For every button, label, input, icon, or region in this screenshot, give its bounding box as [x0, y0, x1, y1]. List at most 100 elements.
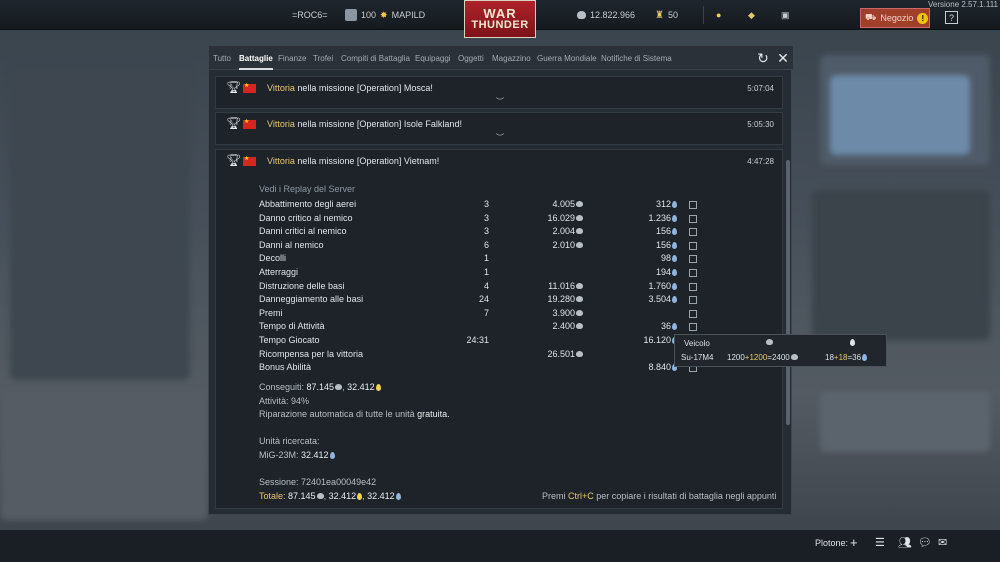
bg-right-mid: [812, 190, 990, 340]
reward-row: Tempo di Attività 2.400 36: [259, 321, 699, 334]
tab-world-war[interactable]: Guerra Mondiale: [537, 46, 597, 70]
reward-count: 4: [483, 280, 489, 291]
reward-research-points: 16.120: [621, 335, 677, 345]
copy-hint: Premi Ctrl+C per copiare i risultati di …: [542, 491, 777, 501]
info-icon[interactable]: [689, 269, 697, 277]
research-points-icon: [672, 228, 677, 236]
reward-name: Danneggiamento alle basi: [259, 294, 364, 305]
silver-lions-balance[interactable]: 12.822.966: [576, 0, 635, 30]
silver-lions-icon: [316, 493, 324, 499]
reward-research-points: 156: [621, 226, 677, 236]
research-points-icon: [672, 201, 677, 208]
shop-button[interactable]: ⛟ Negozio !: [860, 8, 930, 28]
reward-research-points: 3.504: [621, 294, 677, 304]
battle-message[interactable]: 🏆︎ Vittoria nella missione [Operation] M…: [215, 76, 783, 109]
research-summary: MiG-23M: 32.412: [259, 450, 335, 460]
reward-name: Premi: [259, 307, 283, 318]
earned-summary: Conseguiti: 87.145, 32.412: [259, 382, 381, 392]
tooltip-sl-formula: 1200+1200=2400: [727, 353, 798, 362]
silver-lions-icon: [576, 309, 583, 316]
info-icon[interactable]: [689, 323, 697, 332]
reward-silver-lions: 3.900: [531, 308, 583, 318]
separator: [703, 6, 704, 24]
research-points-icon: [672, 282, 677, 290]
reward-silver-lions: 26.501: [531, 349, 583, 359]
message-time: 5:07:04: [747, 84, 774, 93]
player-name: MAPILD: [391, 10, 426, 20]
tip-button[interactable]: ●: [716, 0, 721, 30]
shop-label: Negozio: [880, 13, 914, 23]
mail-icon[interactable]: ✉: [938, 536, 947, 549]
silver-lions-icon: [577, 11, 586, 19]
info-icon[interactable]: [689, 282, 697, 291]
reward-tooltip: Veicolo Su-17M4 1200+1200=2400 18+18=36: [674, 334, 887, 367]
trophy-icon: 🏆︎: [226, 116, 242, 130]
research-points-icon: [672, 269, 677, 276]
info-icon[interactable]: [689, 255, 697, 264]
golden-eagles-balance[interactable]: ♜ 50: [655, 0, 678, 30]
help-button[interactable]: ?: [945, 11, 958, 24]
info-icon[interactable]: [689, 201, 697, 209]
ussr-flag-icon: [243, 155, 256, 166]
contacts-icon[interactable]: 👥︎: [898, 536, 912, 549]
reward-name: Ricompensa per la vittoria: [259, 348, 364, 359]
bg-left-bottom: [0, 390, 208, 520]
tab-bar: Tutto Battaglie Finanze Trofei Compiti d…: [209, 46, 793, 70]
info-icon[interactable]: [689, 309, 697, 318]
profile-summary[interactable]: 100 ✸ MAPILD: [345, 0, 425, 30]
tab-finances[interactable]: Finanze: [278, 46, 306, 70]
close-icon[interactable]: ✕: [775, 50, 791, 66]
reward-research-points: 1.760: [621, 281, 677, 291]
replay-link[interactable]: Vedi i Replay del Server: [259, 184, 355, 194]
reward-row: Premi 7 3.900: [259, 308, 699, 321]
info-icon[interactable]: [689, 296, 697, 305]
ussr-flag-icon: [243, 82, 256, 93]
tab-battle-tasks[interactable]: Compiti di Battaglia: [341, 46, 410, 70]
tab-crews[interactable]: Equipaggi: [415, 46, 451, 70]
reward-row: Danni al nemico 6 2.010 156: [259, 240, 699, 253]
reward-count: 7: [483, 307, 489, 318]
premium-button[interactable]: ◆: [748, 0, 755, 30]
info-icon[interactable]: [689, 214, 697, 223]
info-icon[interactable]: [689, 228, 697, 237]
tab-all[interactable]: Tutto: [213, 46, 231, 70]
platoon-label: Plotone:: [815, 538, 849, 548]
ussr-flag-icon: [243, 118, 256, 129]
chevron-down-icon[interactable]: ︶: [496, 132, 504, 143]
tab-items[interactable]: Oggetti: [458, 46, 484, 70]
tab-warehouse[interactable]: Magazzino: [492, 46, 531, 70]
chevron-down-icon[interactable]: ︶: [496, 96, 504, 107]
tooltip-vehicle: Su-17M4: [681, 353, 714, 362]
cart-icon: ⛟: [865, 12, 877, 22]
research-label: Unità ricercata:: [259, 436, 320, 446]
battle-log-panel: Tutto Battaglie Finanze Trofei Compiti d…: [208, 45, 793, 515]
tab-battles[interactable]: Battaglie: [239, 46, 273, 70]
reward-name: Danni al nemico: [259, 239, 324, 250]
add-icon[interactable]: +: [850, 535, 858, 550]
squad-tag[interactable]: =ROC6=: [292, 0, 328, 30]
battle-message[interactable]: 🏆︎ Vittoria nella missione [Operation] I…: [215, 112, 783, 145]
tab-system-notifications[interactable]: Notifiche di Sistema: [601, 46, 672, 70]
eagle-icon: ♜: [655, 9, 664, 21]
coupon-button[interactable]: ▣: [781, 0, 790, 30]
logo-line-2: THUNDER: [471, 19, 529, 31]
bottom-bar: Plotone: + ☰ 👥︎ 💬︎ ✉: [0, 530, 1000, 562]
reward-research-points: 1.236: [621, 213, 677, 223]
refresh-icon[interactable]: ↻: [755, 50, 771, 66]
reward-name: Distruzione delle basi: [259, 280, 345, 291]
bg-right-bottom: [820, 392, 990, 452]
research-points-icon: [375, 384, 381, 391]
reward-row: Ricompensa per la vittoria 26.501: [259, 349, 699, 362]
list-icon[interactable]: ☰: [875, 536, 885, 549]
reward-count: 1: [483, 267, 489, 277]
chat-icon[interactable]: 💬︎: [918, 536, 932, 549]
reward-row: Danno critico al nemico 3 16.029 1.236: [259, 213, 699, 226]
info-icon[interactable]: [689, 241, 697, 250]
tab-trophies[interactable]: Trofei: [313, 46, 333, 70]
tooltip-rp-formula: 18+18=36: [825, 353, 868, 362]
silver-lions-icon: [576, 241, 583, 248]
reward-name: Atterraggi: [259, 267, 299, 277]
reward-name: Danni critici al nemico: [259, 226, 347, 237]
scrollbar[interactable]: [786, 160, 790, 425]
reward-research-points: 312: [621, 199, 677, 209]
